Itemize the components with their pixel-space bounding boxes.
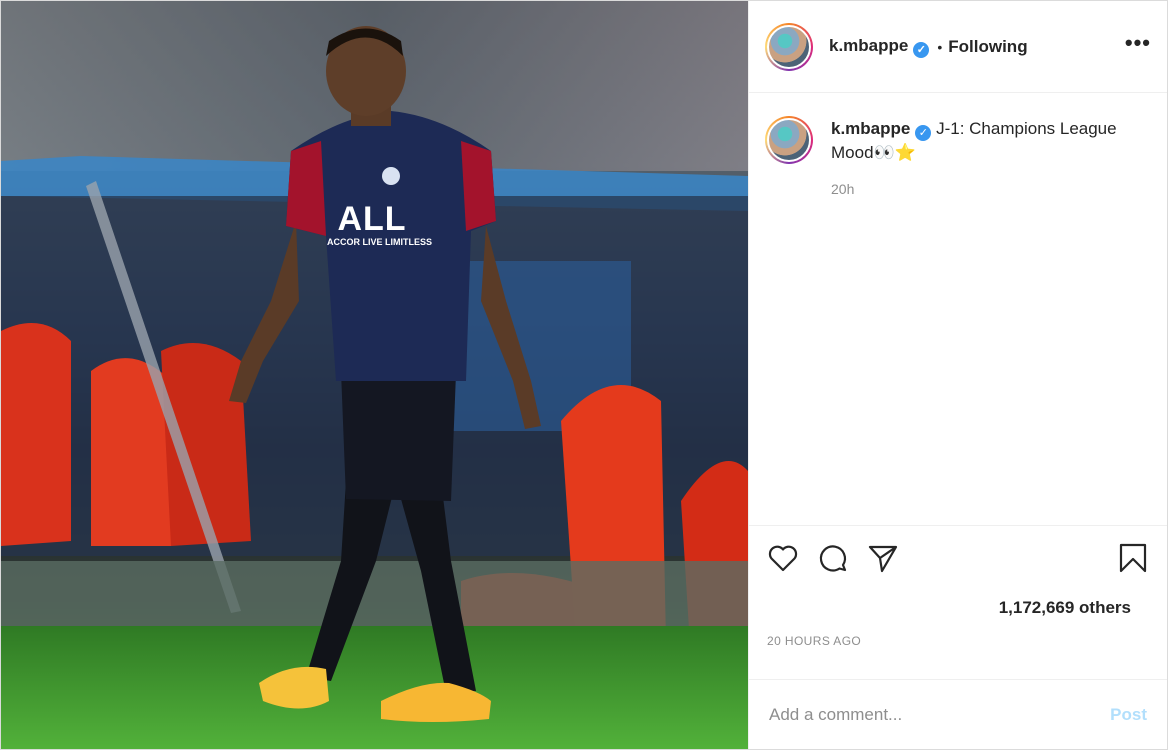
more-horizontal-icon[interactable]: ••• [1125,31,1151,56]
jersey-sponsor-logo: ALL ACCOR LIVE LIMITLESS [327,200,433,248]
heart-icon-graphic [768,545,798,572]
bookmark-icon[interactable] [1117,542,1149,574]
jersey-sponsor-text: ALL [337,200,407,238]
caption-username[interactable]: k.mbappe [831,119,910,138]
avatar-image [767,24,811,69]
post-header: k.mbappe ✓ • Following ••• [749,1,1167,93]
photo-illustration [1,1,748,749]
comment-input[interactable] [769,704,1111,725]
jersey-sponsor-subtext: ACCOR LIVE LIMITLESS [327,237,433,247]
post-comment-button[interactable]: Post [1110,705,1147,725]
verified-badge-icon: ✓ [915,125,932,141]
username-link[interactable]: k.mbappe ✓ [829,35,930,58]
caption-emojis: 👀⭐ [873,143,916,162]
caption-avatar-image [767,118,811,162]
verified-badge-icon: ✓ [913,41,930,58]
heart-icon[interactable] [767,542,799,574]
caption-time[interactable]: 20h [831,181,1131,197]
comment-icon-graphic [819,545,847,572]
following-button[interactable]: Following [948,37,1027,57]
caption-text: k.mbappe ✓ J-1: Champions League Mood👀⭐ [831,117,1131,165]
caption-avatar[interactable] [765,116,813,164]
send-icon[interactable] [867,542,899,574]
comment-icon[interactable] [817,542,849,574]
action-icons [767,540,1151,576]
post-photo[interactable]: ALL ACCOR LIVE LIMITLESS [1,1,748,749]
username-text: k.mbappe [829,35,909,55]
bookmark-icon-graphic [1119,543,1147,573]
avatar[interactable] [765,22,813,71]
post-timestamp[interactable]: 20 HOURS AGO [767,634,1151,648]
instagram-post: ALL ACCOR LIVE LIMITLESS k.mbappe ✓ • Fol… [0,0,1168,750]
caption-body: k.mbappe ✓ J-1: Champions League Mood👀⭐ 2… [831,117,1131,525]
post-side-panel: k.mbappe ✓ • Following ••• k.mbappe ✓ J-1:… [748,1,1167,749]
caption-section: k.mbappe ✓ J-1: Champions League Mood👀⭐ 2… [749,93,1167,525]
send-icon-graphic [868,545,898,573]
likes-count[interactable]: 1,172,669 others [767,598,1151,618]
post-actions: 1,172,669 others 20 HOURS AGO [749,525,1167,679]
comment-bar: Post [749,679,1167,749]
follow-separator: • [937,38,943,55]
